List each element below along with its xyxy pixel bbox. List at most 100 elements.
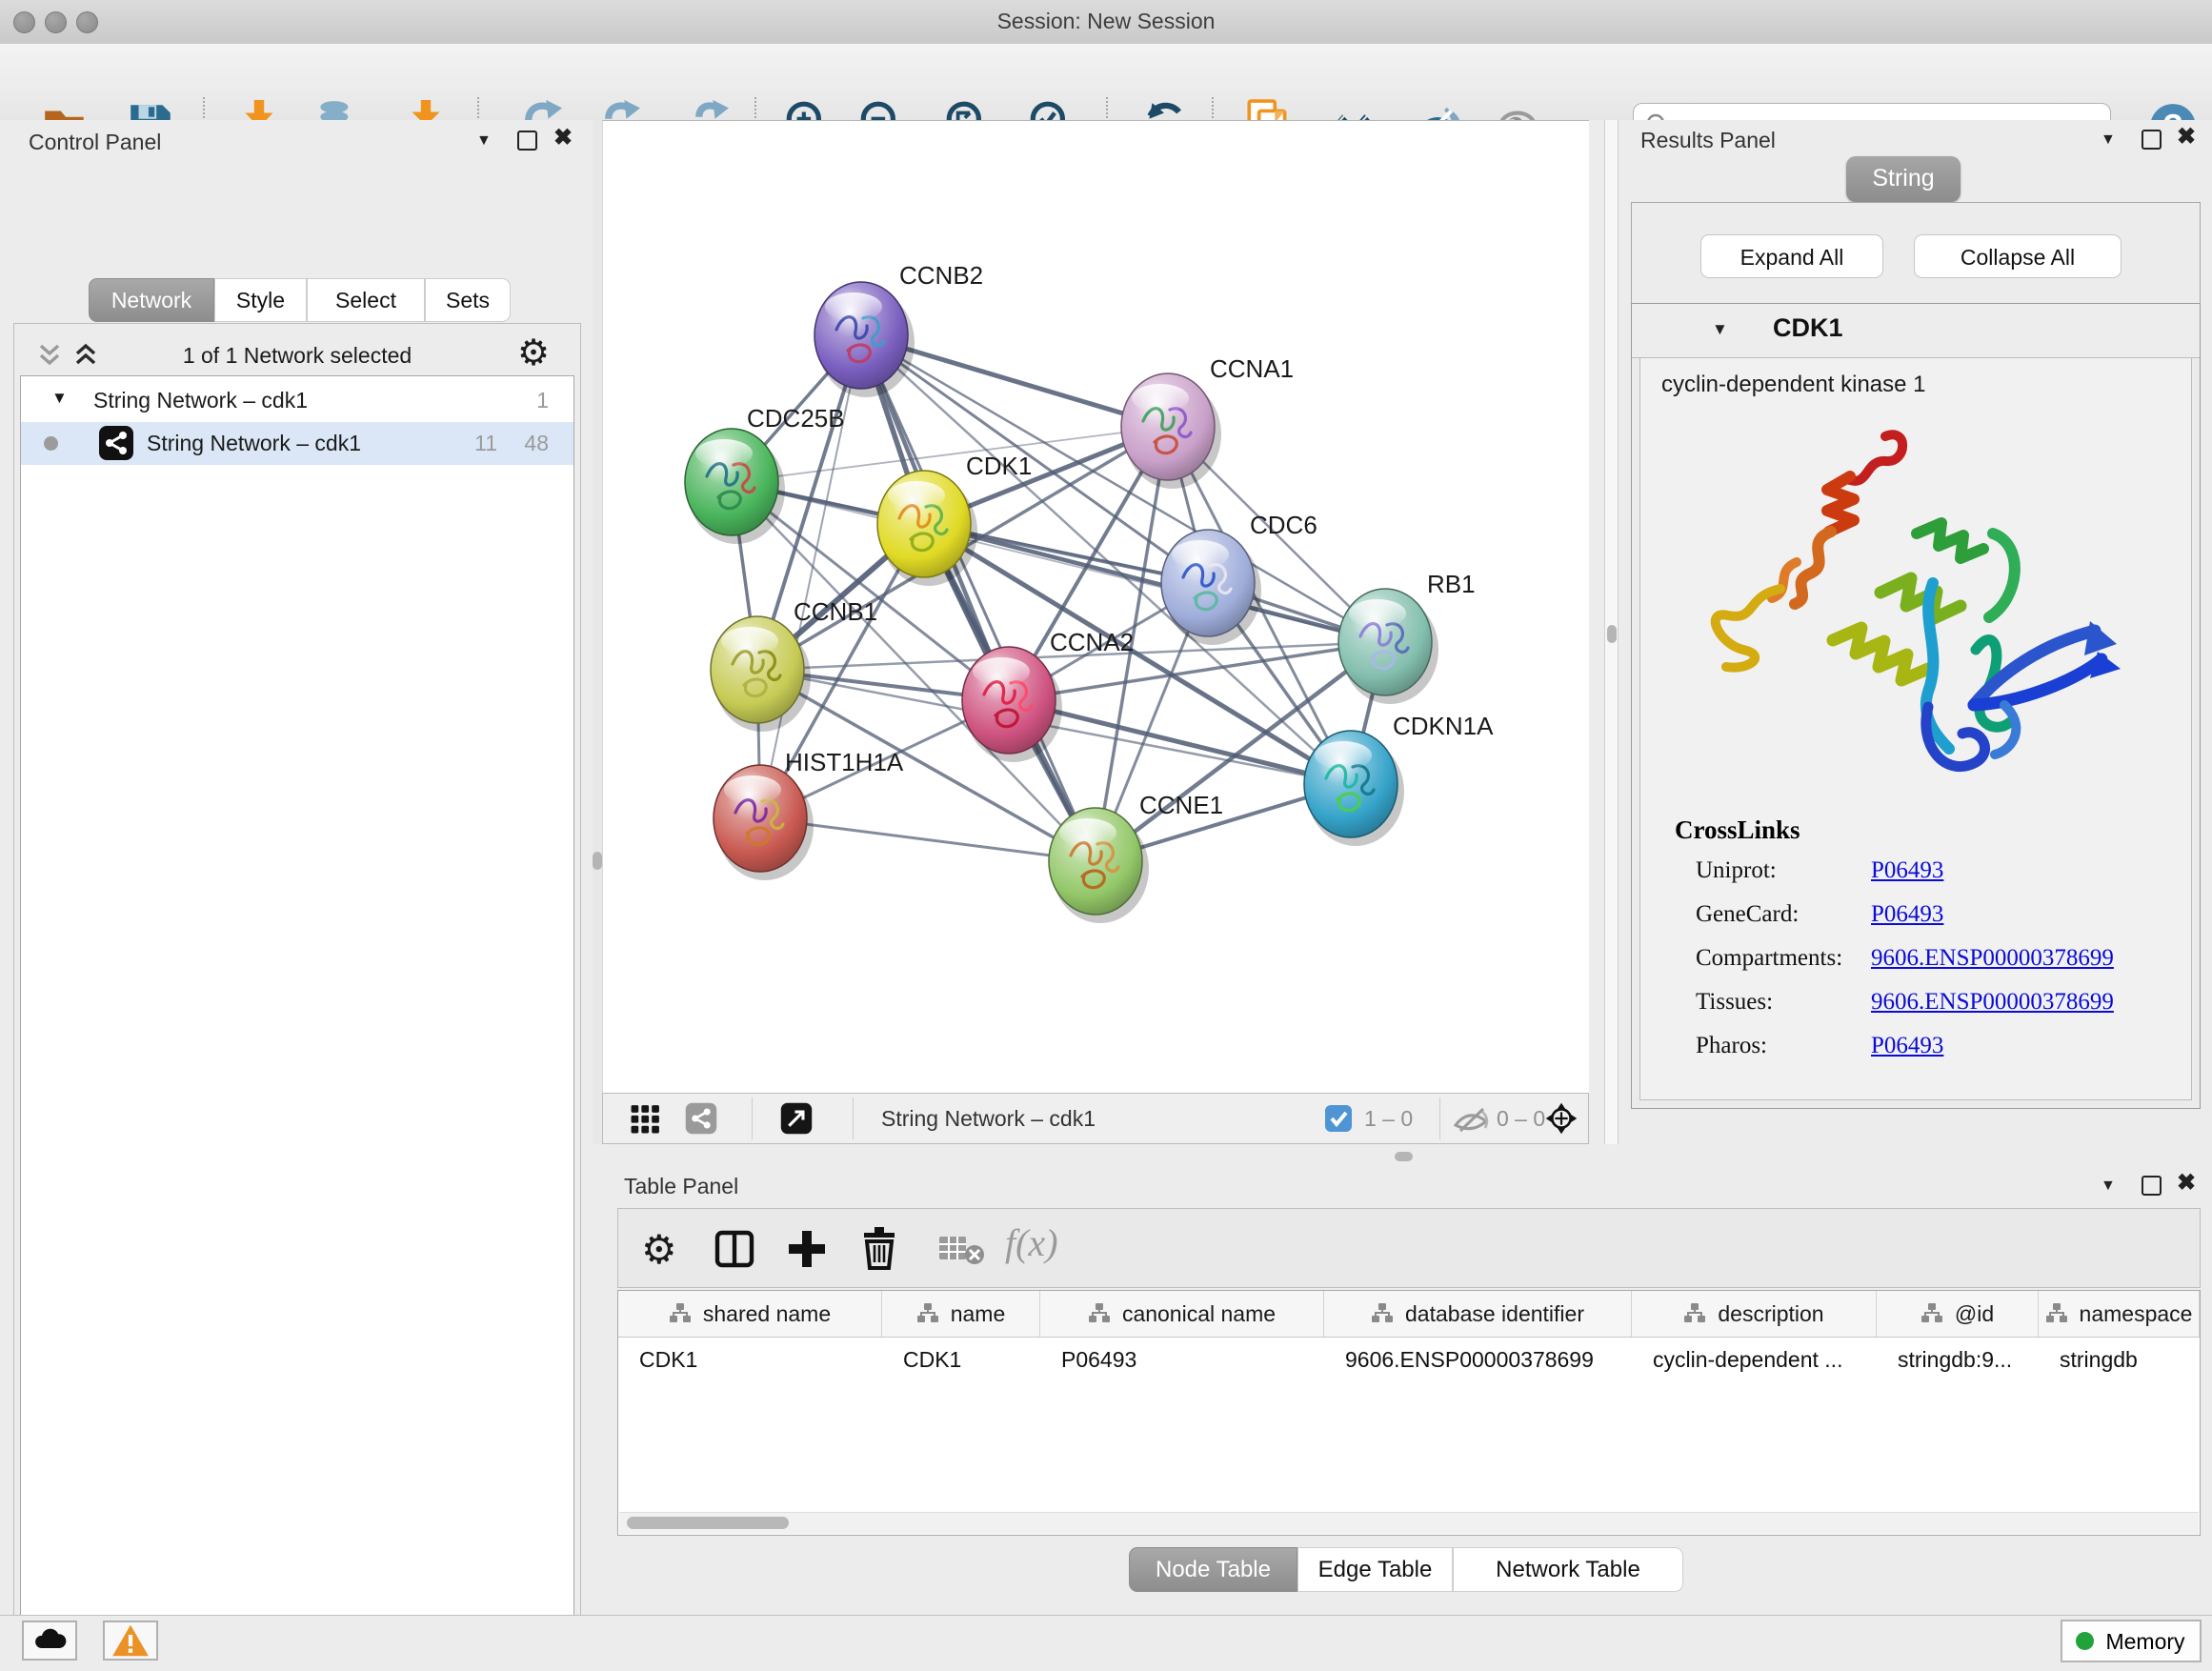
crosslink-value-link[interactable]: 9606.ENSP00000378699	[1871, 945, 2114, 972]
column-label: shared name	[703, 1301, 831, 1327]
edge-CDK1-RB1[interactable]	[924, 524, 1385, 642]
column-label: database identifier	[1405, 1301, 1584, 1327]
node-CCNB2[interactable]: CCNB2	[814, 261, 983, 397]
collapse-all-icon[interactable]	[35, 342, 64, 371]
panel-splitter[interactable]	[1589, 120, 1619, 1144]
column-label: description	[1718, 1301, 1823, 1327]
node-RB1[interactable]: RB1	[1338, 570, 1476, 704]
gear-icon[interactable]: ⚙	[517, 332, 550, 374]
cloud-icon[interactable]	[22, 1621, 77, 1661]
splitter-grip[interactable]	[1607, 625, 1617, 643]
tab-sets[interactable]: Sets	[425, 278, 511, 322]
main-toolbar: ?	[0, 44, 2212, 121]
gear-icon[interactable]: ⚙	[641, 1226, 677, 1273]
collapse-triangle-icon[interactable]: ▼	[51, 389, 68, 408]
expand-all-icon[interactable]	[71, 342, 100, 371]
float-panel-icon[interactable]	[517, 131, 537, 155]
node-table[interactable]: shared name namecanonical name database id…	[617, 1290, 2201, 1536]
collapse-all-button[interactable]: Collapse All	[1914, 234, 2122, 278]
selected-checkbox[interactable]	[1324, 1104, 1353, 1133]
tab-network-table[interactable]: Network Table	[1453, 1547, 1683, 1592]
splitter-grip[interactable]	[593, 852, 602, 870]
node-attribute-icon	[1371, 1302, 1394, 1325]
node-CCNE1[interactable]: CCNE1	[1049, 791, 1223, 923]
split-columns-icon[interactable]	[714, 1228, 755, 1270]
node-CDC25B[interactable]: CDC25B	[685, 404, 845, 544]
node-HIST1H1A[interactable]: HIST1H1A	[714, 748, 904, 880]
tab-edge-table[interactable]: Edge Table	[1297, 1547, 1453, 1592]
column-header-name[interactable]: name	[882, 1291, 1040, 1337]
tab-string[interactable]: String	[1846, 156, 1961, 202]
clear-table-icon[interactable]	[938, 1234, 986, 1266]
table-cell[interactable]: stringdb:9...	[1877, 1338, 2039, 1381]
scrollbar-thumb[interactable]	[627, 1517, 789, 1529]
horizontal-scrollbar[interactable]	[619, 1512, 2199, 1534]
crosslink-row: Tissues:9606.ENSP00000378699	[1696, 989, 2172, 1033]
panel-menu-icon[interactable]: ▼	[2101, 131, 2116, 150]
close-panel-icon[interactable]: ✖	[2177, 128, 2196, 147]
birdseye-view-icon[interactable]	[1539, 1097, 1583, 1141]
node-CDKN1A[interactable]: CDKN1A	[1304, 712, 1494, 846]
column-header-description[interactable]: description	[1632, 1291, 1877, 1337]
panel-menu-icon[interactable]: ▼	[2101, 1177, 2116, 1196]
hidden-eye-icon[interactable]	[1453, 1102, 1491, 1135]
string-app-icon[interactable]	[679, 1098, 723, 1140]
network-label: String Network – cdk1	[147, 431, 361, 456]
open-in-window-icon[interactable]	[774, 1098, 818, 1140]
column-header-namespace[interactable]: namespace	[2039, 1291, 2200, 1337]
column-header-shared-name[interactable]: shared name	[618, 1291, 882, 1337]
node-attribute-icon	[1088, 1302, 1111, 1325]
grid-view-icon[interactable]	[624, 1098, 668, 1140]
gene-accordion-header[interactable]: ▼ CDK1	[1632, 304, 2200, 358]
table-tabs: Node TableEdge TableNetwork Table	[593, 1547, 2212, 1592]
float-panel-icon[interactable]	[2142, 1176, 2162, 1200]
table-cell[interactable]: stringdb	[2039, 1338, 2200, 1381]
table-header-row: shared name namecanonical name database id…	[618, 1291, 2200, 1338]
expand-all-button[interactable]: Expand All	[1700, 234, 1883, 278]
function-builder-icon[interactable]: f(x)	[1005, 1220, 1058, 1265]
panel-splitter[interactable]	[593, 1144, 2212, 1170]
node-CDC6[interactable]: CDC6	[1161, 511, 1317, 645]
column-header-database-identifier[interactable]: database identifier	[1324, 1291, 1632, 1337]
panel-menu-icon[interactable]: ▼	[476, 131, 492, 151]
table-cell[interactable]: P06493	[1040, 1338, 1324, 1381]
network-collection-row[interactable]: ▼ String Network – cdk1 1	[21, 379, 573, 422]
delete-column-icon[interactable]	[858, 1226, 900, 1270]
table-cell[interactable]: CDK1	[882, 1338, 1040, 1381]
collapse-triangle-icon[interactable]: ▼	[1712, 320, 1728, 339]
panel-splitter[interactable]	[593, 120, 602, 1144]
crosslink-value-link[interactable]: P06493	[1871, 1033, 1943, 1059]
tab-node-table[interactable]: Node Table	[1129, 1547, 1297, 1592]
node-CDK1[interactable]: CDK1	[877, 452, 1032, 586]
column-header-canonical-name[interactable]: canonical name	[1040, 1291, 1324, 1337]
crosslink-value-link[interactable]: 9606.ENSP00000378699	[1871, 989, 2114, 1016]
table-panel: Table Panel ▼ ✖ ⚙ f(x) shared namenameca…	[593, 1170, 2212, 1615]
add-column-icon[interactable]	[786, 1228, 828, 1270]
close-panel-icon[interactable]: ✖	[2177, 1174, 2196, 1193]
network-graph[interactable]: CCNB2CCNA1CDC25BCDK1CDC6RB1CCNB1CCNA2CDK…	[603, 121, 1590, 1094]
tab-select[interactable]: Select	[307, 278, 425, 322]
table-cell[interactable]: cyclin-dependent ...	[1632, 1338, 1877, 1381]
node-label-CCNB1: CCNB1	[794, 597, 877, 626]
table-row[interactable]: CDK1CDK1P064939606.ENSP00000378699cyclin…	[618, 1338, 2200, 1381]
edge-CCNB2-CCNE1[interactable]	[861, 335, 1096, 861]
crosslink-value-link[interactable]: P06493	[1871, 901, 1943, 928]
column-header--id[interactable]: @id	[1877, 1291, 2039, 1337]
crosslink-value-link[interactable]: P06493	[1871, 857, 1943, 884]
splitter-grip[interactable]	[1395, 1152, 1413, 1161]
control-panel-title: Control Panel	[29, 130, 161, 155]
tab-network[interactable]: Network	[89, 278, 214, 322]
node-label-CCNA1: CCNA1	[1210, 354, 1294, 383]
warning-icon[interactable]	[103, 1621, 158, 1661]
memory-button[interactable]: Memory	[2061, 1620, 2202, 1662]
network-view[interactable]: CCNB2CCNA1CDC25BCDK1CDC6RB1CCNB1CCNA2CDK…	[602, 120, 1590, 1094]
float-panel-icon[interactable]	[2142, 130, 2162, 154]
table-cell[interactable]: CDK1	[618, 1338, 882, 1381]
node-CCNA1[interactable]: CCNA1	[1121, 354, 1294, 489]
tab-style[interactable]: Style	[214, 278, 307, 322]
close-panel-icon[interactable]: ✖	[553, 129, 573, 148]
table-cell[interactable]: 9606.ENSP00000378699	[1324, 1338, 1632, 1381]
crosslinks-title: CrossLinks	[1675, 815, 1800, 845]
network-row-selected[interactable]: String Network – cdk1 11 48	[21, 422, 573, 465]
string-app-icon	[99, 426, 133, 460]
